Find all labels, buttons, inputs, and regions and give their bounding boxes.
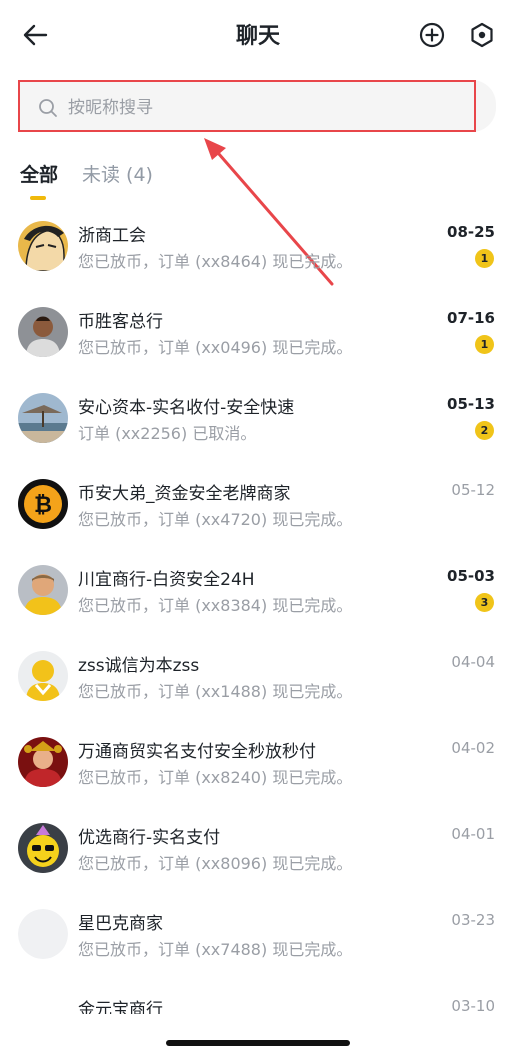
chat-item[interactable]: 万通商贸实名支付安全秒放秒付 您已放币，订单 (xx8240) 现已完成。 04… xyxy=(0,720,516,806)
chat-date: 04-02 xyxy=(451,739,495,757)
tab-unread[interactable]: 未读 (4) xyxy=(82,160,153,187)
chat-item[interactable]: 浙商工会 您已放币，订单 (xx8464) 现已完成。 08-25 1 xyxy=(0,204,516,290)
chat-date: 08-25 xyxy=(447,223,495,241)
home-indicator[interactable] xyxy=(166,1040,350,1046)
avatar xyxy=(18,737,68,787)
chat-name: 币安大弟_资金安全老牌商家 xyxy=(78,484,291,504)
chat-name: 浙商工会 xyxy=(78,226,146,246)
new-chat-button[interactable] xyxy=(418,21,446,49)
header-bar: 聊天 xyxy=(0,0,516,70)
chat-date: 05-03 xyxy=(447,567,495,585)
search-icon xyxy=(39,99,57,117)
settings-icon xyxy=(471,22,493,48)
chat-item[interactable]: 金元宝商行 03-10 xyxy=(0,978,516,1014)
chat-preview: 您已放币，订单 (xx8384) 现已完成。 xyxy=(78,596,353,615)
tab-active-indicator xyxy=(30,196,46,200)
unread-badge: 2 xyxy=(475,421,494,440)
chat-date: 04-01 xyxy=(451,825,495,843)
avatar xyxy=(18,307,68,357)
chat-name: 币胜客总行 xyxy=(78,312,163,332)
chat-name: 川宜商行-白资安全24H xyxy=(78,570,255,590)
chat-date: 05-12 xyxy=(451,481,495,499)
chat-item[interactable]: zss诚信为本zss 您已放币，订单 (xx1488) 现已完成。 04-04 xyxy=(0,634,516,720)
chat-name: 优选商行-实名支付 xyxy=(78,828,221,848)
avatar xyxy=(18,565,68,615)
chat-name: 星巴克商家 xyxy=(78,914,163,934)
chat-item[interactable]: ₿ 币安大弟_资金安全老牌商家 您已放币，订单 (xx4720) 现已完成。 0… xyxy=(0,462,516,548)
arrow-left-icon xyxy=(23,24,48,46)
chat-name: zss诚信为本zss xyxy=(78,656,200,676)
chat-preview: 您已放币，订单 (xx1488) 现已完成。 xyxy=(78,682,353,701)
chat-item[interactable]: 币胜客总行 您已放币，订单 (xx0496) 现已完成。 07-16 1 xyxy=(0,290,516,376)
avatar xyxy=(18,393,68,443)
chat-item[interactable]: 川宜商行-白资安全24H 您已放币，订单 (xx8384) 现已完成。 05-0… xyxy=(0,548,516,634)
unread-badge: 3 xyxy=(475,593,494,612)
chat-preview: 您已放币，订单 (xx4720) 现已完成。 xyxy=(78,510,353,529)
svg-text:₿: ₿ xyxy=(34,493,52,518)
plus-circle-icon xyxy=(419,22,445,48)
chat-name: 金元宝商行 xyxy=(78,1000,163,1014)
avatar xyxy=(18,909,68,959)
chat-item[interactable]: 安心资本-实名收付-安全快速 订单 (xx2256) 已取消。 05-13 2 xyxy=(0,376,516,462)
chat-name: 万通商贸实名支付安全秒放秒付 xyxy=(78,742,316,762)
chat-date: 03-10 xyxy=(451,997,495,1014)
unread-badge: 1 xyxy=(475,335,494,354)
settings-button[interactable] xyxy=(468,21,496,49)
avatar xyxy=(18,221,68,271)
chat-date: 05-13 xyxy=(447,395,495,413)
chat-preview: 您已放币，订单 (xx0496) 现已完成。 xyxy=(78,338,353,357)
search-input[interactable] xyxy=(68,94,448,122)
search-bar xyxy=(18,80,496,132)
avatar xyxy=(18,651,68,701)
avatar: ₿ xyxy=(18,479,68,529)
chat-preview: 您已放币，订单 (xx8240) 现已完成。 xyxy=(78,768,353,787)
chat-item[interactable]: 星巴克商家 您已放币，订单 (xx7488) 现已完成。 03-23 xyxy=(0,892,516,978)
chat-date: 07-16 xyxy=(447,309,495,327)
avatar xyxy=(18,823,68,873)
chat-list: 浙商工会 您已放币，订单 (xx8464) 现已完成。 08-25 1 币胜客总… xyxy=(0,204,516,1014)
unread-badge: 1 xyxy=(475,249,494,268)
chat-preview: 您已放币，订单 (xx7488) 现已完成。 xyxy=(78,940,353,959)
chat-date: 03-23 xyxy=(451,911,495,929)
chat-preview: 您已放币，订单 (xx8464) 现已完成。 xyxy=(78,252,353,271)
avatar xyxy=(18,995,68,1014)
tab-all[interactable]: 全部 xyxy=(20,160,58,187)
back-button[interactable] xyxy=(20,20,52,50)
chat-name: 安心资本-实名收付-安全快速 xyxy=(78,398,295,418)
chat-preview: 您已放币，订单 (xx8096) 现已完成。 xyxy=(78,854,353,873)
chat-date: 04-04 xyxy=(451,653,495,671)
search-highlight-box xyxy=(18,80,476,132)
chat-preview: 订单 (xx2256) 已取消。 xyxy=(78,424,257,443)
chat-item[interactable]: 优选商行-实名支付 您已放币，订单 (xx8096) 现已完成。 04-01 xyxy=(0,806,516,892)
